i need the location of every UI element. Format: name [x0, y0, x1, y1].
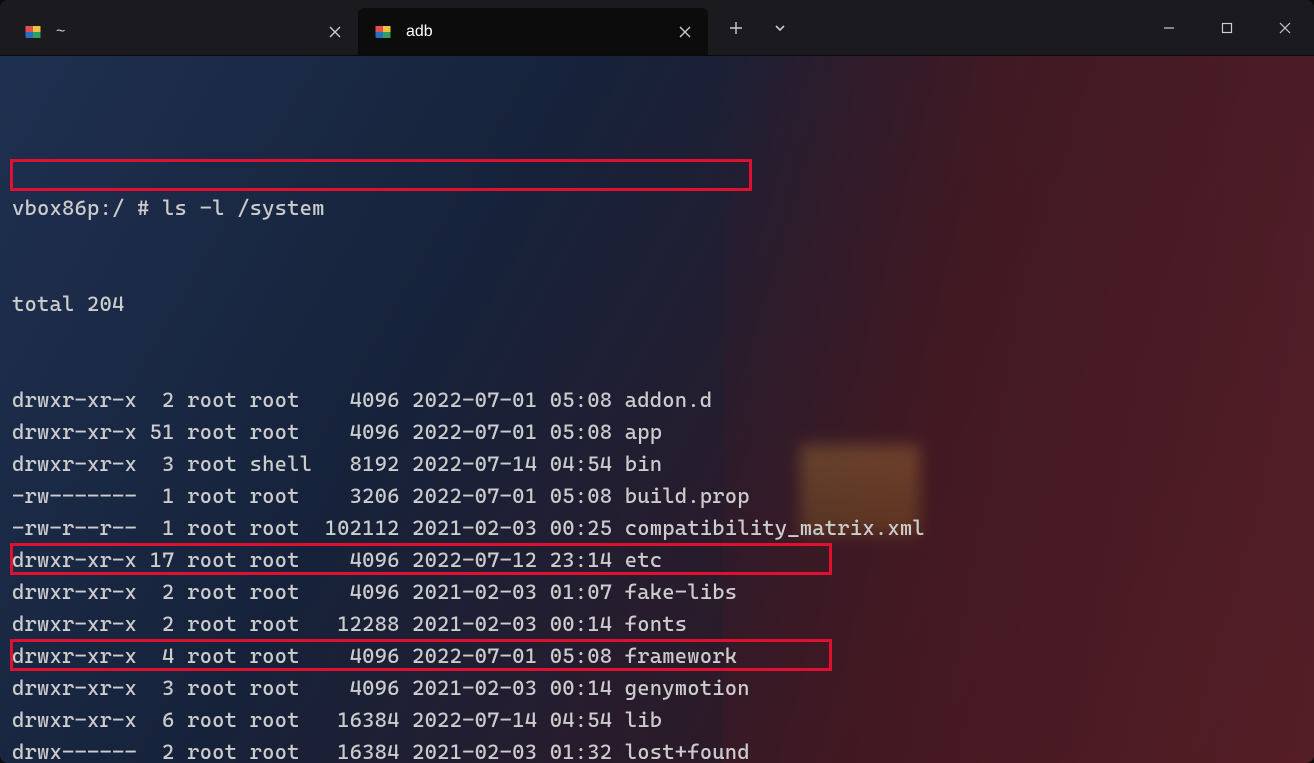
ls-row: drwxr-xr-x 2 root root 4096 2021-02-03 0…: [12, 576, 1302, 608]
close-icon[interactable]: [676, 23, 694, 41]
tab-title: adb: [406, 23, 662, 41]
tab-title: ~: [56, 23, 312, 41]
window-controls: [1140, 0, 1314, 55]
ls-row: drwx------ 2 root root 16384 2021-02-03 …: [12, 736, 1302, 763]
close-button[interactable]: [1256, 8, 1314, 48]
tab-home[interactable]: ~: [8, 8, 358, 55]
title-bar: ~ adb: [0, 0, 1314, 56]
tab-actions: [708, 0, 808, 55]
tab-strip: ~ adb: [0, 0, 1140, 55]
close-icon[interactable]: [326, 23, 344, 41]
ls-row: drwxr-xr-x 2 root root 4096 2022-07-01 0…: [12, 384, 1302, 416]
ls-row: -rw------- 1 root root 3206 2022-07-01 0…: [12, 480, 1302, 512]
maximize-button[interactable]: [1198, 8, 1256, 48]
terminal-window: ~ adb: [0, 0, 1314, 763]
ls-row: drwxr-xr-x 6 root root 16384 2022-07-14 …: [12, 704, 1302, 736]
ls-row: drwxr-xr-x 2 root root 12288 2021-02-03 …: [12, 608, 1302, 640]
total-line: total 204: [12, 288, 1302, 320]
ls-row: drwxr-xr-x 17 root root 4096 2022-07-12 …: [12, 544, 1302, 576]
ls-row: -rw-r--r-- 1 root root 102112 2021-02-03…: [12, 512, 1302, 544]
tab-dropdown-button[interactable]: [760, 8, 800, 48]
minimize-button[interactable]: [1140, 8, 1198, 48]
terminal-output[interactable]: vbox86p:/ # ls -l /system total 204 drwx…: [0, 56, 1314, 763]
new-tab-button[interactable]: [716, 8, 756, 48]
terminal-icon: [374, 23, 392, 41]
ls-row: drwxr-xr-x 4 root root 4096 2022-07-01 0…: [12, 640, 1302, 672]
terminal-icon: [24, 23, 42, 41]
ls-row: drwxr-xr-x 3 root root 4096 2021-02-03 0…: [12, 672, 1302, 704]
prompt-line: vbox86p:/ # ls -l /system: [12, 192, 1302, 224]
ls-row: drwxr-xr-x 51 root root 4096 2022-07-01 …: [12, 416, 1302, 448]
ls-row: drwxr-xr-x 3 root shell 8192 2022-07-14 …: [12, 448, 1302, 480]
tab-adb[interactable]: adb: [358, 8, 708, 55]
